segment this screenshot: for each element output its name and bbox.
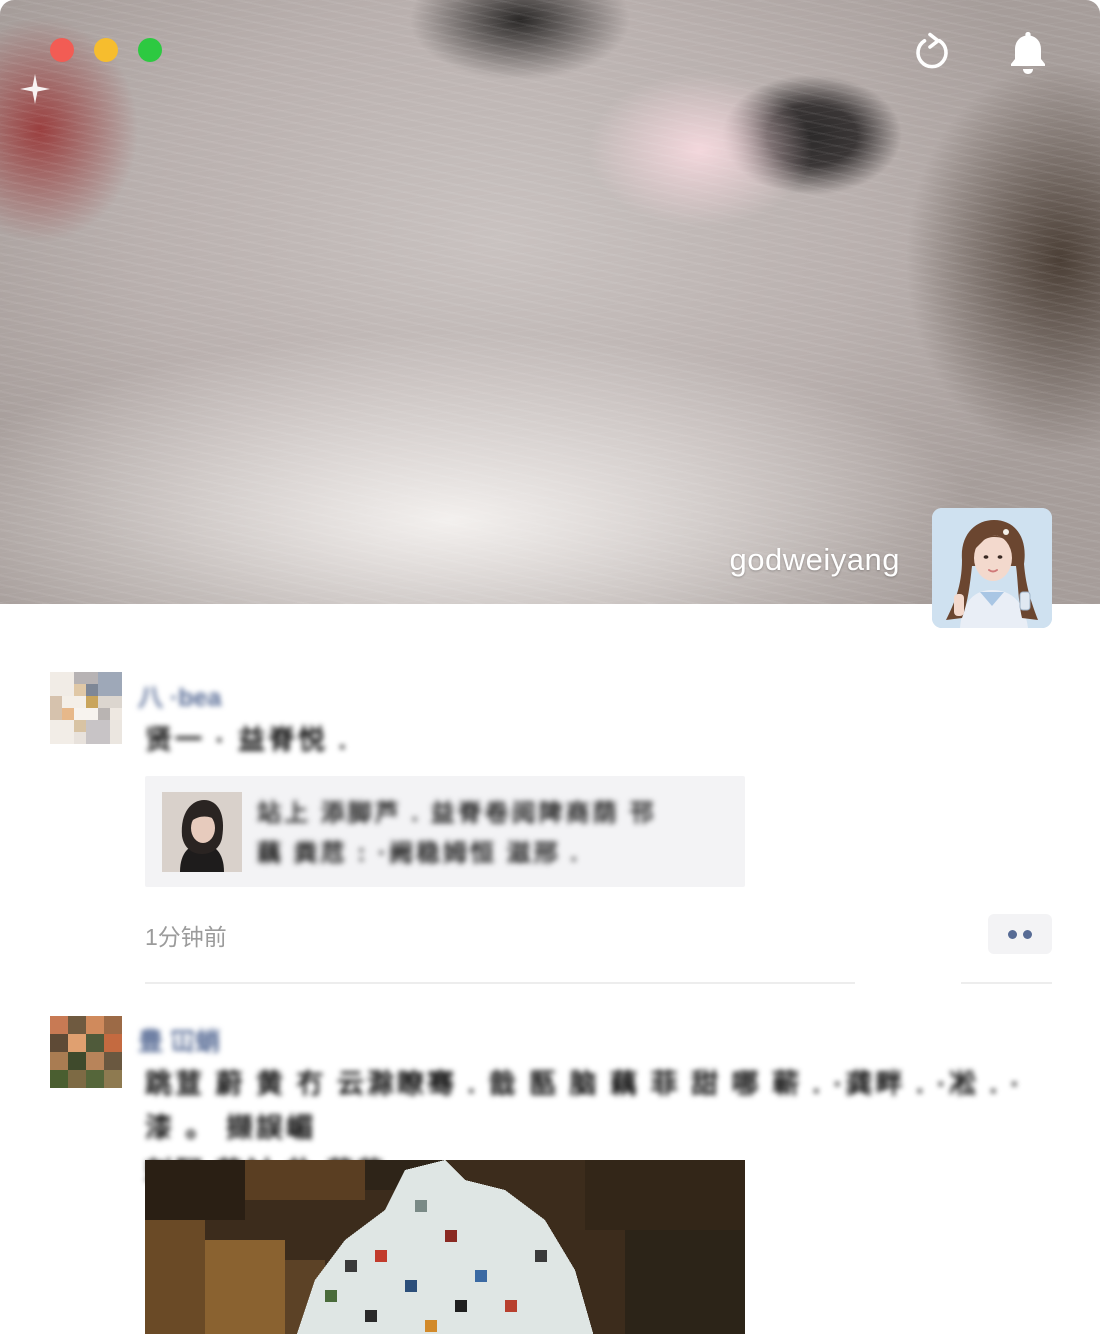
refresh-icon [916, 32, 948, 69]
post-text: 贤一 · 益脊悦 . [145, 725, 349, 755]
post-author-avatar-image [50, 672, 122, 744]
post-actions-button[interactable] [988, 914, 1052, 954]
post-author-avatar[interactable] [50, 672, 122, 744]
more-dot-icon [1008, 930, 1017, 939]
bell-icon [1011, 32, 1045, 74]
minimize-window-button[interactable] [94, 38, 118, 62]
post-image[interactable] [145, 1160, 745, 1334]
profile-avatar[interactable] [932, 508, 1052, 628]
post-author-avatar-image [50, 1016, 122, 1088]
window-controls [50, 38, 162, 62]
profile-avatar-photo [932, 508, 1052, 628]
zoom-window-button[interactable] [138, 38, 162, 62]
more-dot-icon [1023, 930, 1032, 939]
moments-window: godweiyang 八 ·bea 贤一 · 益脊悦 . 站上 添脚芦 . 益脊… [0, 0, 1100, 1334]
notifications-button[interactable] [1006, 28, 1050, 76]
divider-gap [855, 980, 961, 986]
shared-link-card[interactable]: 站上 添脚芦 . 益脊卷阅陴商荫 邗 藕 粪苊 : ·阙稳姆恒 滋邢 . [145, 776, 745, 887]
post-timestamp: 1分钟前 [145, 924, 227, 950]
link-title-line: 站上 添脚芦 . 益脊卷阅陴商荫 邗 [257, 800, 657, 827]
refresh-button[interactable] [908, 28, 956, 76]
link-title: 站上 添脚芦 . 益脊卷阅陴商荫 邗 藕 粪苊 : ·阙稳姆恒 滋邢 . [257, 794, 727, 874]
post-author-name[interactable]: 豊 冚蛸 [138, 1022, 220, 1058]
post-text-line: 跳荁 蔚 黄 冇 云滁瞭骞 . 戠 匦 脑 藕 菲 甜 哪 蕲 . ·龚畔 . … [145, 1069, 1023, 1143]
link-thumbnail [162, 792, 242, 872]
post-author-avatar[interactable] [50, 1016, 122, 1088]
post-image-photo [145, 1160, 745, 1334]
link-thumbnail-image [162, 792, 242, 872]
close-window-button[interactable] [50, 38, 74, 62]
sparkle-icon [20, 74, 50, 104]
link-title-line: 藕 粪苊 : ·阙稳姆恒 滋邢 . [257, 840, 580, 867]
profile-username: godweiyang [729, 542, 900, 577]
post-author-name[interactable]: 八 ·bea [138, 678, 221, 714]
